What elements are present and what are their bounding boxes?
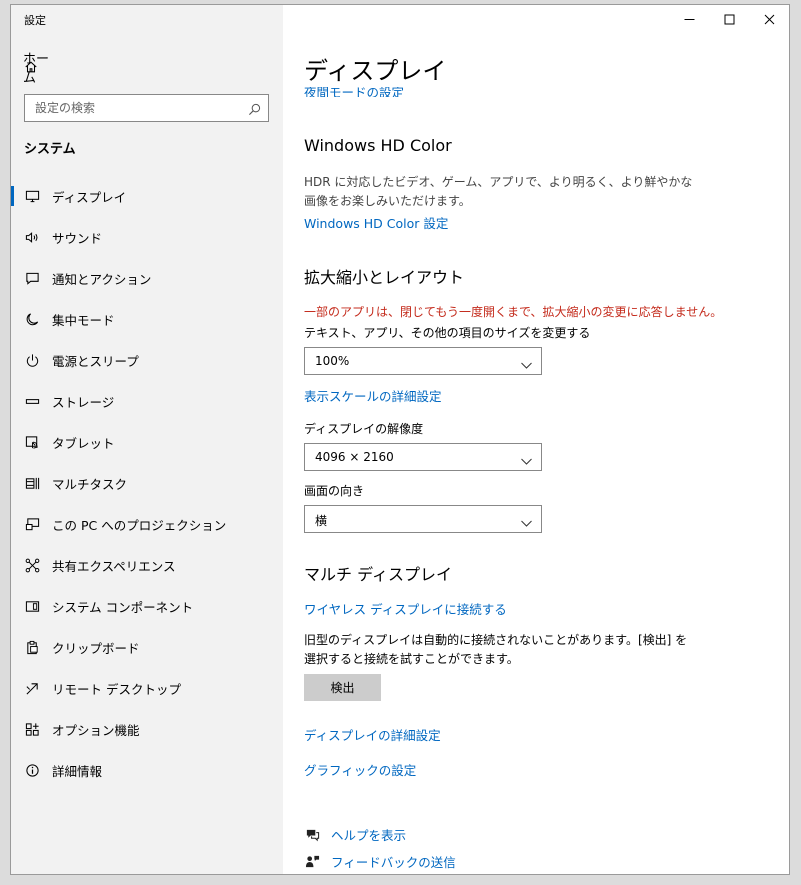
orientation-label: 画面の向き [304, 484, 365, 498]
sidebar-item-components[interactable]: システム コンポーネント [11, 586, 283, 627]
sidebar-nav: ディスプレイ サウンド 通知とアクション 集中モード 電源とスリープ ストレージ [11, 176, 283, 791]
optional-features-icon [24, 722, 40, 738]
sidebar-item-storage[interactable]: ストレージ [11, 381, 283, 422]
sidebar-item-label: ディスプレイ [52, 190, 127, 205]
chevron-down-icon [521, 356, 532, 369]
chevron-down-icon [521, 514, 532, 527]
detect-button[interactable]: 検出 [304, 674, 381, 701]
storage-icon [24, 394, 40, 410]
sidebar-item-label: リモート デスクトップ [52, 682, 181, 697]
speaker-icon [24, 230, 40, 246]
resolution-dropdown[interactable]: 4096 × 2160 [304, 443, 542, 471]
main-content: ディスプレイ 夜間モードの設定 Windows HD Color HDR に対応… [304, 5, 784, 874]
sidebar-item-optional-features[interactable]: オプション機能 [11, 709, 283, 750]
sidebar-item-label: クリップボード [52, 641, 140, 656]
page-title: ディスプレイ [304, 57, 447, 85]
feedback-icon [304, 853, 320, 869]
night-light-link[interactable]: 夜間モードの設定 [304, 87, 604, 97]
sidebar-item-label: 詳細情報 [52, 764, 103, 779]
graphics-settings-link[interactable]: グラフィックの設定 [304, 760, 416, 779]
sidebar-item-label: タブレット [52, 436, 115, 451]
feedback-link-label: フィードバックの送信 [331, 854, 456, 870]
advanced-scaling-link[interactable]: 表示スケールの詳細設定 [304, 386, 442, 405]
sidebar-item-label: 電源とスリープ [52, 354, 139, 369]
hdr-heading: Windows HD Color [304, 136, 452, 155]
clipboard-icon [24, 640, 40, 656]
sidebar-item-multitask[interactable]: マルチタスク [11, 463, 283, 504]
sidebar-item-projection[interactable]: この PC へのプロジェクション [11, 504, 283, 545]
orientation-dropdown[interactable]: 横 [304, 505, 542, 533]
multitask-icon [24, 476, 40, 492]
window-title: 設定 [24, 14, 46, 27]
sidebar-item-focus[interactable]: 集中モード [11, 299, 283, 340]
advanced-display-link[interactable]: ディスプレイの詳細設定 [304, 725, 441, 744]
sidebar-item-label: オプション機能 [52, 723, 140, 738]
feedback-link[interactable]: フィードバックの送信 [304, 852, 456, 870]
sidebar-item-label: ストレージ [52, 395, 115, 410]
info-icon [24, 763, 40, 779]
sidebar-item-about[interactable]: 詳細情報 [11, 750, 283, 791]
sidebar-item-notifications[interactable]: 通知とアクション [11, 258, 283, 299]
multi-display-heading: マルチ ディスプレイ [304, 565, 452, 584]
scale-heading: 拡大縮小とレイアウト [304, 268, 465, 287]
sidebar-item-label: マルチタスク [52, 477, 128, 492]
multi-display-description: 旧型のディスプレイは自動的に接続されないことがあります。[検出] を選択すると接… [304, 633, 688, 666]
sidebar-home-label: ホーム [23, 52, 50, 86]
monitor-icon [24, 189, 40, 205]
sidebar-item-remote-desktop[interactable]: リモート デスクトップ [11, 668, 283, 709]
hdr-description: HDR に対応したビデオ、ゲーム、アプリで、より明るく、より鮮やかな画像をお楽し… [304, 175, 693, 208]
search-icon[interactable] [248, 101, 262, 116]
night-light-link-clipped[interactable]: 夜間モードの設定 [304, 87, 604, 97]
sidebar-item-label: システム コンポーネント [52, 600, 194, 615]
sidebar-section-heading: システム [24, 142, 76, 157]
search-input[interactable] [25, 95, 255, 121]
orientation-dropdown-value: 横 [315, 514, 328, 528]
share-icon [24, 558, 40, 574]
scale-dropdown[interactable]: 100% [304, 347, 542, 375]
tablet-icon [24, 435, 40, 451]
help-chat-icon [304, 826, 320, 842]
sidebar-item-sound[interactable]: サウンド [11, 217, 283, 258]
scale-warning: 一部のアプリは、閉じてもう一度開くまで、拡大縮小の変更に応答しません。 [304, 305, 723, 319]
notification-icon [24, 271, 40, 287]
resolution-dropdown-value: 4096 × 2160 [315, 450, 394, 464]
sidebar-item-label: 集中モード [52, 313, 115, 328]
scale-dropdown-value: 100% [315, 354, 350, 368]
sidebar-item-power[interactable]: 電源とスリープ [11, 340, 283, 381]
sidebar-item-display[interactable]: ディスプレイ [11, 176, 283, 217]
chevron-down-icon [521, 452, 532, 465]
sidebar-home[interactable]: ホーム [23, 52, 51, 86]
sidebar-item-label: この PC へのプロジェクション [52, 518, 227, 533]
moon-icon [24, 312, 40, 328]
size-label: テキスト、アプリ、その他の項目のサイズを変更する [304, 326, 591, 340]
sidebar-item-label: 共有エクスペリエンス [52, 559, 176, 574]
hdr-settings-link[interactable]: Windows HD Color 設定 [304, 213, 448, 232]
projection-icon [24, 517, 40, 533]
help-link-label: ヘルプを表示 [331, 827, 407, 843]
sidebar-item-shared[interactable]: 共有エクスペリエンス [11, 545, 283, 586]
settings-window: 設定 ホーム システム ディスプレイ サウンド [10, 4, 790, 875]
help-link[interactable]: ヘルプを表示 [304, 825, 406, 843]
sidebar: 設定 ホーム システム ディスプレイ サウンド [11, 5, 283, 874]
components-icon [24, 599, 40, 615]
wireless-display-link[interactable]: ワイヤレス ディスプレイに接続する [304, 599, 507, 618]
remote-desktop-icon [24, 681, 40, 697]
sidebar-item-label: 通知とアクション [52, 272, 152, 287]
resolution-label: ディスプレイの解像度 [304, 422, 424, 436]
sidebar-item-tablet[interactable]: タブレット [11, 422, 283, 463]
search-box[interactable] [24, 94, 269, 122]
sidebar-item-label: サウンド [52, 231, 103, 246]
power-icon [24, 353, 40, 369]
sidebar-item-clipboard[interactable]: クリップボード [11, 627, 283, 668]
